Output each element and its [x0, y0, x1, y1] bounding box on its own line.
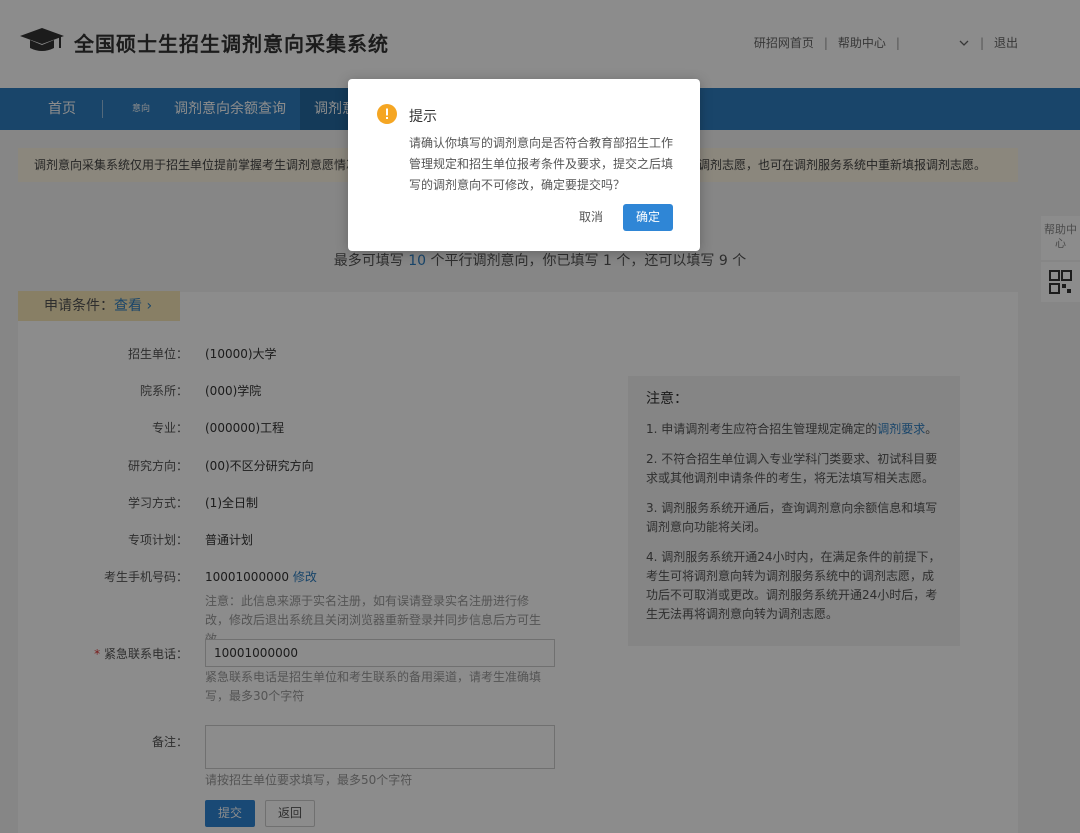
confirm-button[interactable]: 确定	[623, 204, 673, 231]
warning-icon	[377, 104, 397, 124]
dialog-title: 提示	[409, 109, 437, 125]
cancel-button[interactable]: 取消	[566, 204, 616, 231]
confirm-dialog: 提示 请确认你填写的调剂意向是否符合教育部招生工作管理规定和招生单位报考条件及要…	[348, 79, 700, 251]
dialog-message: 请确认你填写的调剂意向是否符合教育部招生工作管理规定和招生单位报考条件及要求，提…	[409, 136, 674, 192]
